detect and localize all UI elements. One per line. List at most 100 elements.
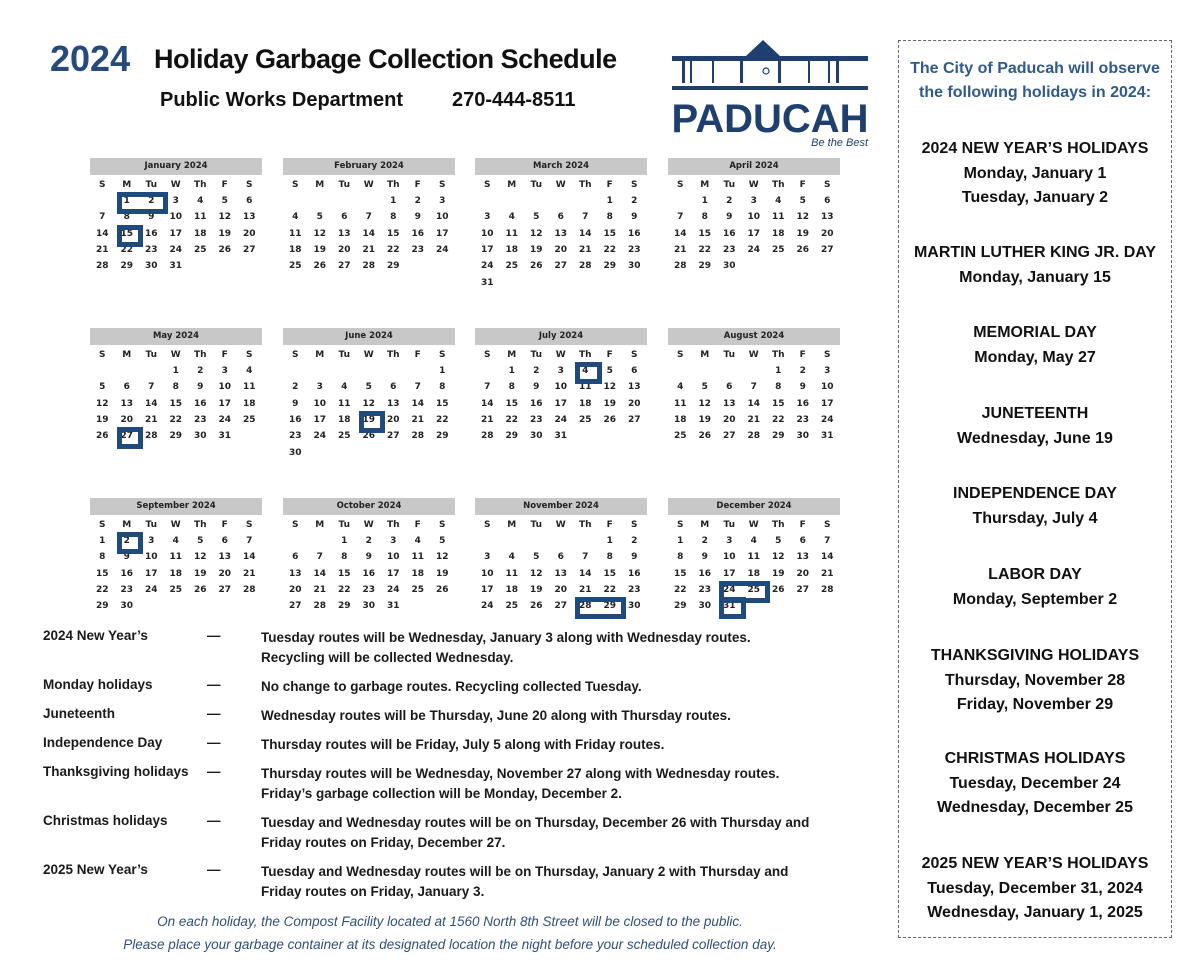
- month-title: December 2024: [668, 498, 840, 515]
- calendar-day: 5: [99, 382, 106, 393]
- route-change-text: Tuesday routes will be Wednesday, Januar…: [261, 630, 751, 645]
- calendar-day: 24: [435, 244, 449, 255]
- holiday-entry: LABOR DAY Monday, September 2: [899, 563, 1171, 612]
- calendar-day: 8: [390, 212, 397, 223]
- calendar-day: 12: [796, 212, 810, 223]
- calendar-day: 27: [796, 584, 810, 595]
- compost-notice: On each holiday, the Compost Facility lo…: [157, 914, 743, 929]
- calendar-day: 17: [435, 228, 449, 239]
- calendar-day: 25: [169, 584, 183, 595]
- calendar-day: 30: [722, 261, 736, 272]
- weekday-label: M: [315, 520, 325, 530]
- calendar-day: 1: [508, 366, 515, 376]
- holiday-date: Friday, November 29: [956, 696, 1114, 713]
- calendar-day: 21: [747, 414, 761, 425]
- holiday-date: Monday, May 27: [974, 348, 1096, 366]
- calendar-day: 2: [726, 196, 733, 206]
- calendar-day: 21: [362, 244, 376, 255]
- container-notice: Please place your garbage container at i…: [123, 937, 777, 952]
- calendar-day: 27: [820, 244, 834, 255]
- calendar-day: 13: [554, 568, 568, 579]
- calendar-day: 6: [631, 366, 638, 376]
- calendar-day: 26: [95, 431, 109, 442]
- month-title: September 2024: [90, 498, 262, 515]
- weekday-label: M: [507, 350, 517, 360]
- calendar-day: 16: [698, 568, 712, 579]
- calendar-day: 27: [554, 601, 568, 612]
- weekday-label: Th: [193, 180, 207, 190]
- calendar-day: 9: [414, 212, 421, 223]
- calendar-day: 16: [411, 228, 425, 239]
- calendar-day: 11: [169, 552, 183, 563]
- calendar-day: 14: [578, 228, 592, 239]
- calendar-day: 10: [386, 552, 400, 563]
- holiday-name: CHRISTMAS HOLIDAYS: [944, 750, 1126, 767]
- calendar-day: 8: [172, 382, 179, 393]
- holiday-highlight: [575, 362, 602, 385]
- calendar-day: 17: [820, 398, 834, 409]
- calendar-day: 5: [197, 536, 204, 546]
- holiday-date: Tuesday, December 31, 2024: [927, 879, 1143, 897]
- calendar-day: 28: [820, 584, 834, 595]
- calendar-day: 15: [673, 568, 687, 579]
- calendar-day: 22: [771, 414, 785, 425]
- calendar-day: 7: [99, 212, 106, 223]
- calendar-day: 7: [246, 536, 253, 546]
- calendar-day: 26: [796, 244, 810, 255]
- calendar-day: 14: [480, 398, 494, 409]
- holiday-label: 2024 New Year’s: [43, 628, 148, 643]
- weekday-label: S: [824, 520, 831, 530]
- calendar-day: 15: [603, 568, 617, 579]
- calendar-day: 3: [484, 552, 491, 563]
- calendar-day: 5: [533, 212, 540, 223]
- svg-text:Be the Best: Be the Best: [811, 137, 869, 149]
- weekday-label: S: [439, 520, 446, 530]
- calendar-day: 16: [362, 568, 376, 579]
- calendar-day: 7: [750, 382, 757, 393]
- calendar-day: 8: [606, 552, 613, 563]
- calendar-day: 18: [242, 398, 256, 409]
- holiday-name: MARTIN LUTHER KING JR. DAY: [913, 244, 1157, 261]
- calendar-day: 15: [386, 228, 400, 239]
- calendar-day: 11: [411, 552, 425, 563]
- weekday-label: M: [122, 350, 132, 360]
- calendar-day: 22: [505, 414, 519, 425]
- calendar-day: 29: [169, 431, 183, 442]
- holiday-highlight: [116, 224, 143, 247]
- weekday-label: W: [363, 350, 374, 360]
- calendar-day: 23: [411, 244, 425, 255]
- calendar-day: 5: [439, 536, 446, 546]
- calendar-day: 15: [337, 568, 351, 579]
- calendar-day: 6: [557, 212, 564, 223]
- weekday-label: Tu: [338, 350, 351, 360]
- calendar-day: 21: [242, 568, 256, 579]
- weekday-label: F: [414, 350, 421, 360]
- calendar-day: 5: [533, 552, 540, 563]
- holiday-entry: THANKSGIVING HOLIDAYS Thursday, November …: [899, 644, 1171, 718]
- calendar-day: 28: [411, 431, 425, 442]
- calendar-day: 25: [505, 261, 519, 272]
- calendar-day: 9: [726, 212, 733, 223]
- calendar-day: 15: [698, 228, 712, 239]
- calendar-day: 10: [480, 228, 494, 239]
- calendar-day: 24: [386, 584, 400, 595]
- weekday-label: S: [439, 180, 446, 190]
- calendar-day: 29: [120, 261, 134, 272]
- holiday-entry: MEMORIAL DAY Monday, May 27: [899, 321, 1171, 370]
- route-change-text: Thursday routes will be Wednesday, Novem…: [261, 766, 780, 781]
- calendar-day: 18: [193, 228, 207, 239]
- calendar-day: 6: [726, 382, 733, 393]
- calendar-day: 28: [747, 431, 761, 442]
- calendar-day: 22: [435, 414, 449, 425]
- calendar-day: 5: [316, 212, 323, 223]
- calendar-day: 5: [775, 536, 782, 546]
- calendar-day: 20: [337, 244, 351, 255]
- calendar-day: 26: [313, 261, 327, 272]
- calendar-day: 11: [505, 228, 519, 239]
- calendar-day: 11: [242, 382, 256, 393]
- weekday-label: S: [246, 350, 253, 360]
- calendar-day: 13: [218, 552, 232, 563]
- calendar-day: 20: [218, 568, 232, 579]
- weekday-label: Tu: [338, 520, 351, 530]
- month-title: February 2024: [283, 158, 455, 175]
